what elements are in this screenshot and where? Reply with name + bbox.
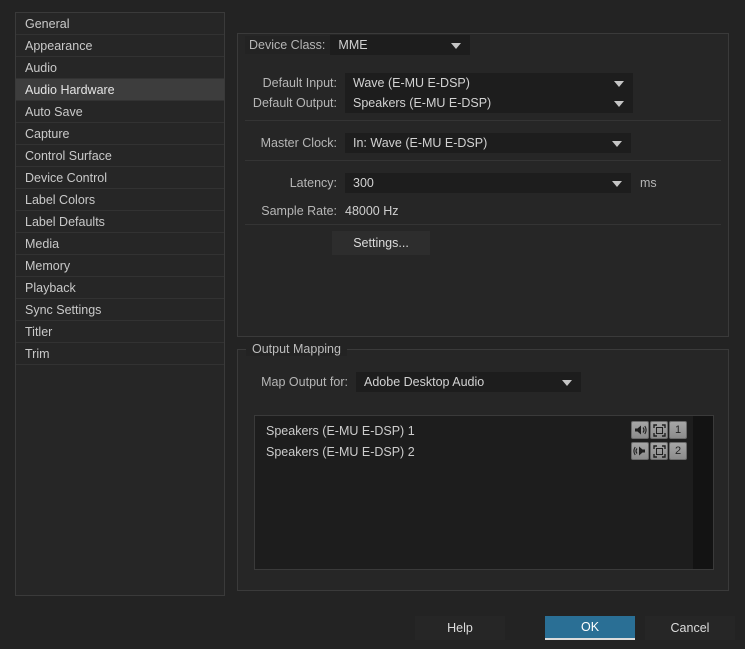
chevron-down-icon [614, 81, 624, 87]
output-channel-list[interactable]: Speakers (E-MU E-DSP) 1 1 Speakers (E-MU E… [254, 415, 714, 570]
sidebar-item-audio-hardware[interactable]: Audio Hardware [16, 79, 224, 101]
master-clock-row: Master Clock: In: Wave (E-MU E-DSP) [245, 133, 631, 153]
map-output-for-label: Map Output for: [261, 375, 348, 389]
default-output-label: Default Output: [252, 96, 337, 110]
help-button[interactable]: Help [415, 616, 505, 640]
sample-rate-value: 48000 Hz [345, 204, 399, 218]
default-input-row: Default Input: Wave (E-MU E-DSP) [245, 73, 633, 93]
sidebar-item-general[interactable]: General [16, 13, 224, 35]
output-channel-name: Speakers (E-MU E-DSP) 1 [266, 423, 415, 438]
sidebar-item-auto-save[interactable]: Auto Save [16, 101, 224, 123]
sidebar-item-device-control[interactable]: Device Control [16, 167, 224, 189]
sidebar-item-control-surface[interactable]: Control Surface [16, 145, 224, 167]
cancel-button[interactable]: Cancel [645, 616, 735, 640]
sidebar-item-memory[interactable]: Memory [16, 255, 224, 277]
default-output-select[interactable]: Speakers (E-MU E-DSP) [345, 93, 633, 113]
latency-select[interactable]: 300 [345, 173, 631, 193]
output-channel-list-scrollbar[interactable] [693, 416, 713, 569]
ok-button[interactable]: OK [545, 616, 635, 640]
master-clock-label: Master Clock: [260, 136, 337, 150]
default-input-select[interactable]: Wave (E-MU E-DSP) [345, 73, 633, 93]
divider [245, 224, 721, 225]
settings-category-sidebar[interactable]: General Appearance Audio Audio Hardware Auto… [15, 12, 225, 596]
sidebar-item-capture[interactable]: Capture [16, 123, 224, 145]
audio-hardware-panel: Device Class: MME Default Input: Wave (E… [237, 12, 729, 596]
device-class-select[interactable]: MME [330, 35, 471, 55]
sidebar-item-playback[interactable]: Playback [16, 277, 224, 299]
output-mapping-legend: Output Mapping [246, 342, 347, 356]
device-class-label: Device Class: [249, 38, 326, 52]
latency-label: Latency: [289, 176, 337, 190]
sidebar-item-label-colors[interactable]: Label Colors [16, 189, 224, 211]
sidebar-item-sync-settings[interactable]: Sync Settings [16, 299, 224, 321]
default-output-value: Speakers (E-MU E-DSP) [353, 96, 492, 110]
sample-rate-row: Sample Rate: 48000 Hz [245, 204, 399, 218]
latency-row: Latency: 300 ms [245, 173, 657, 193]
sidebar-item-media[interactable]: Media [16, 233, 224, 255]
channel-frame-icon[interactable] [650, 421, 668, 439]
divider [245, 160, 721, 161]
sidebar-item-appearance[interactable]: Appearance [16, 35, 224, 57]
device-class-value: MME [338, 38, 368, 52]
default-output-row: Default Output: Speakers (E-MU E-DSP) [245, 93, 633, 113]
sidebar-item-label-defaults[interactable]: Label Defaults [16, 211, 224, 233]
output-mapping-group: Output Mapping Map Output for: Adobe Des… [237, 342, 729, 591]
chevron-down-icon [562, 380, 572, 386]
sidebar-item-titler[interactable]: Titler [16, 321, 224, 343]
chevron-down-icon [612, 141, 622, 147]
chevron-down-icon [451, 43, 462, 49]
default-input-label: Default Input: [262, 76, 337, 90]
divider [245, 120, 721, 121]
latency-value: 300 [353, 176, 374, 190]
output-channel-number[interactable]: 1 [669, 421, 687, 439]
output-channel-row[interactable]: Speakers (E-MU E-DSP) 2 2 [255, 441, 713, 462]
default-input-value: Wave (E-MU E-DSP) [353, 76, 470, 90]
sidebar-item-trim[interactable]: Trim [16, 343, 224, 365]
settings-button[interactable]: Settings... [332, 231, 430, 255]
sidebar-item-audio[interactable]: Audio [16, 57, 224, 79]
map-output-for-value: Adobe Desktop Audio [364, 375, 485, 389]
latency-unit-label: ms [640, 176, 657, 190]
speaker-right-icon[interactable] [631, 442, 649, 460]
sample-rate-label: Sample Rate: [261, 204, 337, 218]
chevron-down-icon [612, 181, 622, 187]
master-clock-select[interactable]: In: Wave (E-MU E-DSP) [345, 133, 631, 153]
chevron-down-icon [614, 101, 624, 107]
output-channel-name: Speakers (E-MU E-DSP) 2 [266, 444, 415, 459]
device-class-row: Device Class: MME [245, 35, 471, 55]
channel-frame-icon[interactable] [650, 442, 668, 460]
map-output-for-select[interactable]: Adobe Desktop Audio [356, 372, 581, 392]
speaker-left-icon[interactable] [631, 421, 649, 439]
map-output-for-row: Map Output for: Adobe Desktop Audio [246, 372, 581, 392]
output-channel-number[interactable]: 2 [669, 442, 687, 460]
output-channel-row[interactable]: Speakers (E-MU E-DSP) 1 1 [255, 420, 713, 441]
master-clock-value: In: Wave (E-MU E-DSP) [353, 136, 488, 150]
